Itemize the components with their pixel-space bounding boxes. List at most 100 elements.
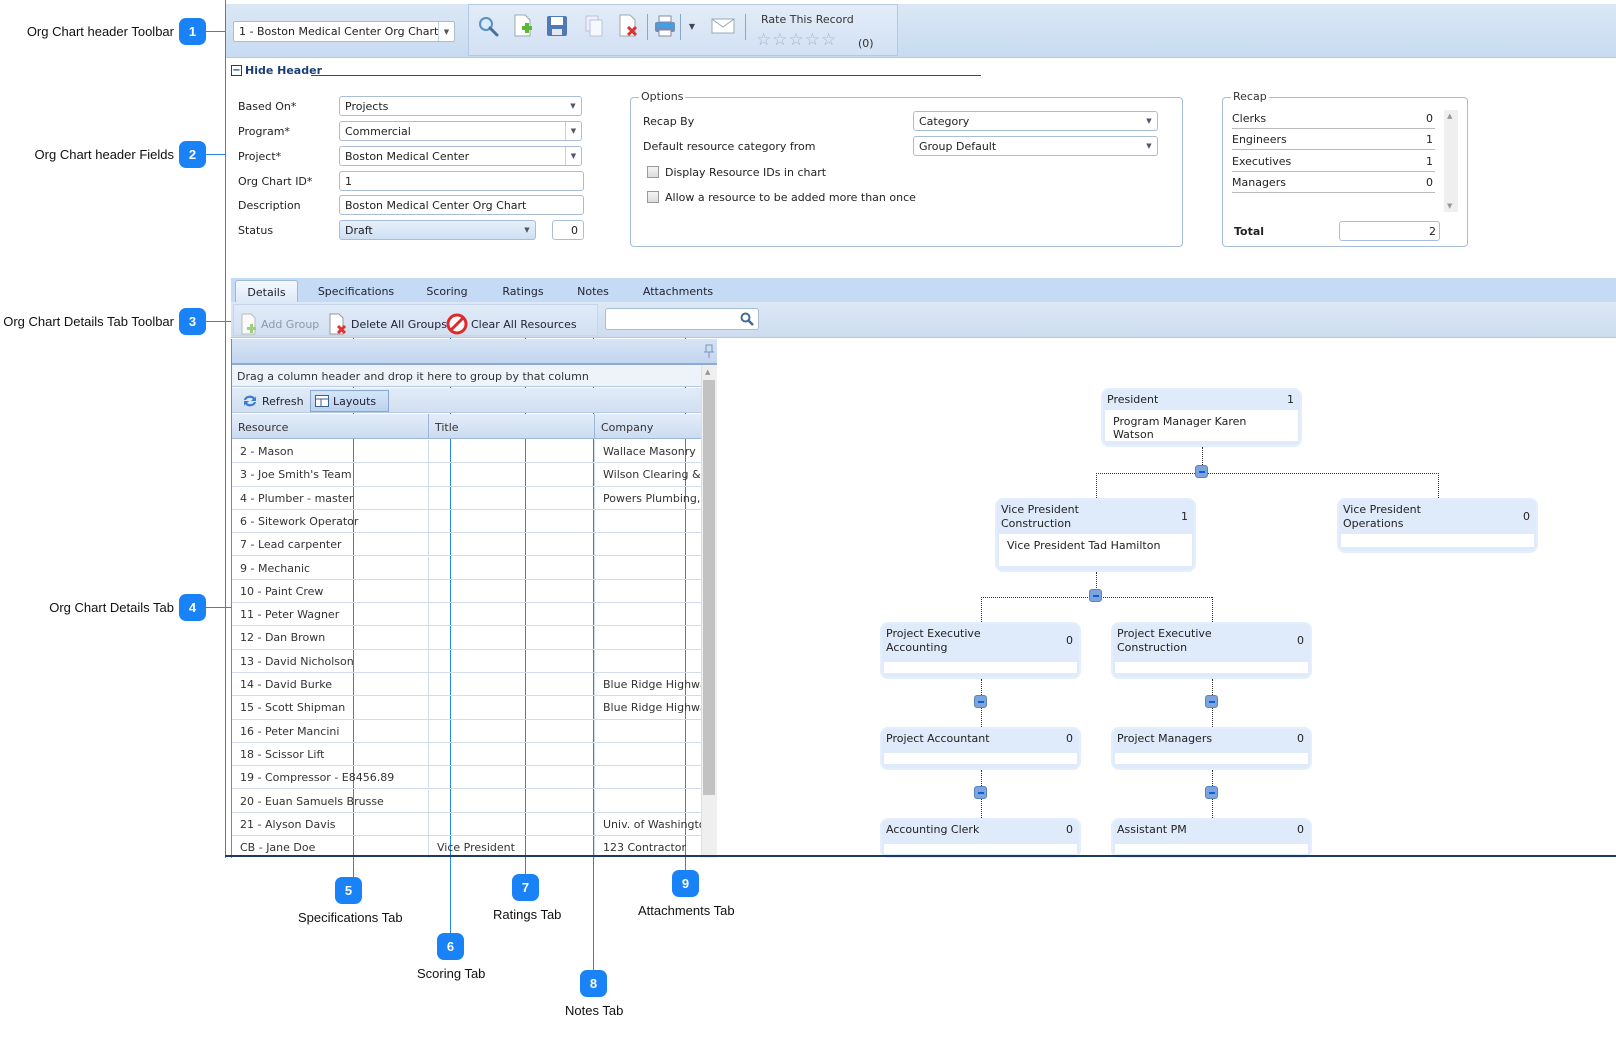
callout-badge-3: 3 — [179, 308, 206, 335]
save-icon[interactable] — [545, 14, 569, 38]
email-icon[interactable] — [711, 14, 735, 38]
table-row[interactable]: 18 - Scissor Lift — [232, 742, 701, 767]
org-chart-id-input[interactable]: 1 — [339, 171, 584, 191]
chevron-down-icon[interactable]: ▼ — [565, 147, 581, 165]
allow-multiple-checkbox[interactable] — [647, 191, 659, 203]
recap-row-label: Clerks — [1232, 112, 1267, 125]
scroll-up-icon[interactable]: ▲ — [705, 368, 710, 376]
search-input[interactable] — [605, 308, 759, 330]
search-icon[interactable] — [476, 14, 500, 38]
chevron-down-icon[interactable]: ▼ — [438, 22, 454, 41]
star-icon[interactable]: ☆ — [772, 30, 788, 50]
add-group-button[interactable]: Add Group — [240, 313, 319, 335]
table-row[interactable]: 15 - Scott Shipman Blue Ridge Highway — [232, 696, 701, 720]
org-node-vp-construction[interactable]: Vice President Construction 1 Vice Preside… — [995, 498, 1196, 572]
program-select[interactable]: Commercial ▼ — [339, 121, 582, 141]
collapse-node-button[interactable] — [974, 695, 987, 708]
table-row[interactable]: 14 - David Burke Blue Ridge Highway — [232, 673, 701, 697]
org-node-project-accountant[interactable]: Project Accountant 0 — [880, 727, 1081, 770]
chevron-down-icon[interactable]: ▼ — [1141, 112, 1157, 130]
default-category-select[interactable]: Group Default ▼ — [913, 136, 1158, 156]
table-row[interactable]: 13 - David Nicholson — [232, 649, 701, 673]
grid-scroll-thumb[interactable] — [703, 380, 715, 795]
table-row[interactable]: 9 - Mechanic — [232, 556, 701, 580]
status-select[interactable]: Draft ▼ — [339, 220, 536, 240]
org-node-vp-operations[interactable]: Vice President Operations 0 — [1337, 498, 1538, 553]
new-record-icon[interactable] — [511, 14, 535, 38]
layouts-icon — [315, 395, 329, 407]
resource-cell: 7 - Lead carpenter — [232, 533, 429, 556]
table-row[interactable]: 2 - Mason Wallace Masonry — [232, 440, 701, 464]
title-cell — [429, 696, 595, 719]
chevron-down-icon[interactable]: ▼ — [1141, 137, 1157, 155]
chevron-down-icon[interactable]: ▼ — [519, 221, 535, 239]
scroll-up-icon[interactable]: ▲ — [1447, 112, 1452, 120]
tab-ratings[interactable]: Ratings — [494, 280, 552, 302]
collapse-node-button[interactable] — [1089, 589, 1102, 602]
company-cell: Wallace Masonry — [603, 445, 696, 458]
table-row[interactable]: 16 - Peter Mancini — [232, 719, 701, 743]
chevron-down-icon[interactable]: ▼ — [565, 97, 581, 115]
status-number-input[interactable]: 0 — [552, 220, 584, 240]
project-value: Boston Medical Center — [345, 150, 470, 163]
based-on-select[interactable]: Projects ▼ — [339, 96, 582, 116]
collapse-node-button[interactable] — [1195, 465, 1208, 478]
tab-details[interactable]: Details — [235, 280, 298, 302]
table-row[interactable]: 7 - Lead carpenter — [232, 533, 701, 557]
display-ids-checkbox[interactable] — [647, 166, 659, 178]
record-select[interactable]: 1 - Boston Medical Center Org Chart ▼ — [233, 21, 455, 42]
org-node-pe-accounting[interactable]: Project Executive Accounting 0 — [880, 622, 1081, 679]
delete-icon[interactable] — [616, 14, 640, 38]
table-row[interactable]: 12 - Dan Brown — [232, 626, 701, 650]
group-by-panel[interactable]: Drag a column header and drop it here to… — [232, 365, 701, 387]
project-select[interactable]: Boston Medical Center ▼ — [339, 146, 582, 166]
pin-icon[interactable] — [704, 344, 714, 358]
delete-all-groups-button[interactable]: Delete All Groups — [328, 313, 447, 335]
hide-header-toggle[interactable]: − Hide Header — [231, 64, 322, 77]
chevron-down-icon[interactable]: ▼ — [565, 122, 581, 140]
star-icon[interactable]: ☆ — [821, 30, 837, 50]
column-header-resource[interactable]: Resource — [232, 414, 429, 439]
recap-by-select[interactable]: Category ▼ — [913, 111, 1158, 131]
collapse-node-button[interactable] — [1205, 786, 1218, 799]
tab-attachments[interactable]: Attachments — [636, 280, 720, 302]
grid-title-bar — [232, 339, 717, 365]
description-input[interactable]: Boston Medical Center Org Chart — [339, 195, 584, 215]
org-node-project-managers[interactable]: Project Managers 0 — [1111, 727, 1312, 770]
column-header-title[interactable]: Title — [429, 414, 595, 439]
clear-all-resources-button[interactable]: Clear All Resources — [446, 313, 577, 335]
table-row[interactable]: 11 - Peter Wagner — [232, 603, 701, 627]
table-row[interactable]: 10 - Paint Crew — [232, 579, 701, 604]
table-row[interactable]: 21 - Alyson Davis Univ. of Washington — [232, 812, 701, 837]
org-node-pe-construction[interactable]: Project Executive Construction 0 — [1111, 622, 1312, 679]
table-row[interactable]: 3 - Joe Smith's Team Wilson Clearing & D — [232, 463, 701, 487]
display-ids-label: Display Resource IDs in chart — [665, 166, 827, 179]
org-node-accounting-clerk[interactable]: Accounting Clerk 0 — [880, 818, 1081, 858]
star-icon[interactable]: ☆ — [805, 30, 821, 50]
scroll-down-icon[interactable]: ▼ — [1447, 202, 1452, 210]
tab-notes[interactable]: Notes — [568, 280, 618, 302]
table-row[interactable]: 4 - Plumber - master Powers Plumbing, In — [232, 486, 701, 510]
table-row[interactable]: 6 - Sitework Operator — [232, 509, 701, 534]
title-cell — [429, 533, 595, 556]
tab-specifications[interactable]: Specifications — [310, 280, 402, 302]
collapse-node-button[interactable] — [974, 786, 987, 799]
table-row[interactable]: 19 - Compressor - E8456.89 — [232, 766, 701, 790]
refresh-button[interactable]: Refresh — [238, 390, 308, 412]
tab-scoring[interactable]: Scoring — [418, 280, 476, 302]
recap-scrollbar[interactable]: ▲ ▼ — [1444, 110, 1458, 212]
copy-icon[interactable] — [582, 14, 606, 38]
star-icon[interactable]: ☆ — [756, 30, 772, 50]
column-header-company[interactable]: Company — [595, 414, 701, 439]
search-icon[interactable] — [740, 312, 754, 326]
layouts-button[interactable]: Layouts — [310, 390, 389, 412]
print-dropdown-icon[interactable]: ▼ — [684, 14, 700, 38]
title-cell — [429, 486, 595, 509]
org-node-president[interactable]: President 1 Program Manager Karen Watson — [1101, 388, 1302, 447]
collapse-node-button[interactable] — [1205, 695, 1218, 708]
print-icon[interactable] — [653, 14, 677, 38]
table-row[interactable]: 20 - Euan Samuels Brusse — [232, 789, 701, 813]
star-icon[interactable]: ☆ — [789, 30, 805, 50]
org-node-assistant-pm[interactable]: Assistant PM 0 — [1111, 818, 1312, 858]
rating-stars[interactable]: ☆☆☆☆☆ — [756, 30, 837, 50]
